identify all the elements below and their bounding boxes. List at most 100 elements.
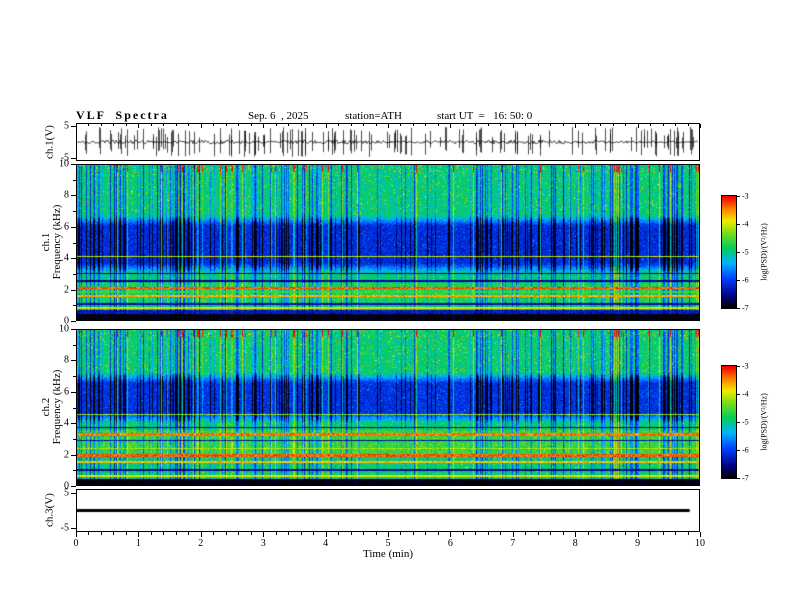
x-minor-tick xyxy=(675,124,677,126)
x-major-tick xyxy=(263,532,265,537)
x-minor-tick xyxy=(88,124,90,126)
volt-tick xyxy=(71,528,76,530)
x-major-tick xyxy=(263,124,265,128)
x-minor-tick xyxy=(125,532,127,535)
x-minor-tick xyxy=(88,532,90,535)
x-minor-tick xyxy=(125,124,127,126)
x-minor-tick xyxy=(462,124,464,126)
x-minor-tick xyxy=(250,532,252,535)
freq-tick-label: 4 xyxy=(64,252,69,264)
colorbar-tick-label: -4 xyxy=(742,219,749,229)
x-minor-tick xyxy=(288,532,290,535)
freq-major-tick xyxy=(71,164,76,165)
vlf-spectra-figure: VLF Spectra Sep. 6 , 2025 station=ATH st… xyxy=(0,0,792,612)
x-minor-tick xyxy=(600,124,602,126)
volt-tick-label: -5 xyxy=(60,522,69,534)
x-minor-tick xyxy=(662,532,664,535)
colorbar-tick-label: -3 xyxy=(742,191,749,201)
ch1-spectrogram-panel xyxy=(76,164,700,321)
start-ut-label: start UT = 16: 50: 0 xyxy=(437,110,533,122)
x-minor-tick xyxy=(500,124,502,126)
x-major-tick xyxy=(450,124,452,128)
colorbar-tick-label: -7 xyxy=(742,473,749,483)
x-major-tick xyxy=(138,124,140,128)
x-tick-label: 5 xyxy=(385,538,391,549)
x-minor-tick xyxy=(375,532,377,535)
x-minor-tick xyxy=(412,532,414,535)
x-minor-tick xyxy=(163,532,165,535)
time-axis-label: Time (min) xyxy=(362,548,414,560)
freq-major-tick xyxy=(71,423,76,425)
colorbar-tick xyxy=(737,478,740,479)
x-minor-tick xyxy=(350,532,352,535)
freq-major-tick xyxy=(71,321,76,322)
volt-tick-label: 5 xyxy=(64,120,69,132)
x-minor-tick xyxy=(225,532,227,535)
x-minor-tick xyxy=(375,124,377,126)
x-major-tick xyxy=(700,124,701,128)
x-minor-tick xyxy=(612,532,614,535)
ch1-spectrogram-axis-label-line2: Frequency (kHz) xyxy=(51,204,63,280)
x-minor-tick xyxy=(487,124,489,126)
freq-tick-label: 6 xyxy=(64,386,69,398)
freq-major-tick xyxy=(71,226,76,228)
colorbar-tick xyxy=(737,422,740,423)
colorbar-tick xyxy=(737,366,740,367)
x-minor-tick xyxy=(662,124,664,126)
x-major-tick xyxy=(325,124,327,128)
freq-minor-tick xyxy=(73,407,76,409)
x-minor-tick xyxy=(525,124,527,126)
x-minor-tick xyxy=(363,124,365,126)
x-minor-tick xyxy=(275,124,277,126)
freq-minor-tick xyxy=(73,211,76,213)
x-tick-label: 8 xyxy=(572,538,578,549)
freq-minor-tick xyxy=(73,305,76,307)
x-minor-tick xyxy=(475,124,477,126)
x-minor-tick xyxy=(687,124,689,126)
colorbar-tick xyxy=(737,252,740,253)
x-minor-tick xyxy=(487,532,489,535)
ch1-voltage-axis-label: ch.1(V) xyxy=(43,125,56,159)
x-minor-tick xyxy=(350,124,352,126)
x-minor-tick xyxy=(587,532,589,535)
freq-minor-tick xyxy=(73,438,76,440)
freq-minor-tick xyxy=(73,273,76,275)
colorbar-tick xyxy=(737,196,740,197)
freq-major-tick xyxy=(71,391,76,393)
freq-major-tick xyxy=(71,360,76,362)
colorbar-2 xyxy=(721,365,737,479)
x-minor-tick xyxy=(150,124,152,126)
ch3-waveform-canvas xyxy=(77,490,699,531)
x-tick-label: 10 xyxy=(695,538,705,549)
x-minor-tick xyxy=(300,532,302,535)
x-minor-tick xyxy=(462,532,464,535)
x-minor-tick xyxy=(225,124,227,126)
x-major-tick xyxy=(76,532,77,537)
colorbar-tick xyxy=(737,308,740,309)
x-minor-tick xyxy=(425,532,427,535)
x-minor-tick xyxy=(313,532,315,535)
x-minor-tick xyxy=(213,532,215,535)
ch1-spectrogram-canvas xyxy=(77,165,699,320)
x-minor-tick xyxy=(625,124,627,126)
x-minor-tick xyxy=(437,124,439,126)
x-tick-label: 6 xyxy=(447,538,453,549)
freq-major-tick xyxy=(71,195,76,197)
x-minor-tick xyxy=(338,532,340,535)
figure-title: VLF Spectra xyxy=(76,108,169,122)
freq-tick-label: 2 xyxy=(64,449,69,461)
freq-tick-label: 10 xyxy=(59,323,69,335)
freq-tick-label: 2 xyxy=(64,284,69,296)
x-minor-tick xyxy=(412,124,414,126)
x-major-tick xyxy=(138,532,140,537)
freq-major-tick xyxy=(71,289,76,291)
x-minor-tick xyxy=(675,532,677,535)
x-major-tick xyxy=(76,124,77,128)
freq-tick-label: 6 xyxy=(64,221,69,233)
volt-tick xyxy=(71,126,76,128)
x-minor-tick xyxy=(363,532,365,535)
x-major-tick xyxy=(575,532,577,537)
freq-minor-tick xyxy=(73,242,76,244)
x-tick-label: 1 xyxy=(135,538,141,549)
x-major-tick xyxy=(450,532,452,537)
